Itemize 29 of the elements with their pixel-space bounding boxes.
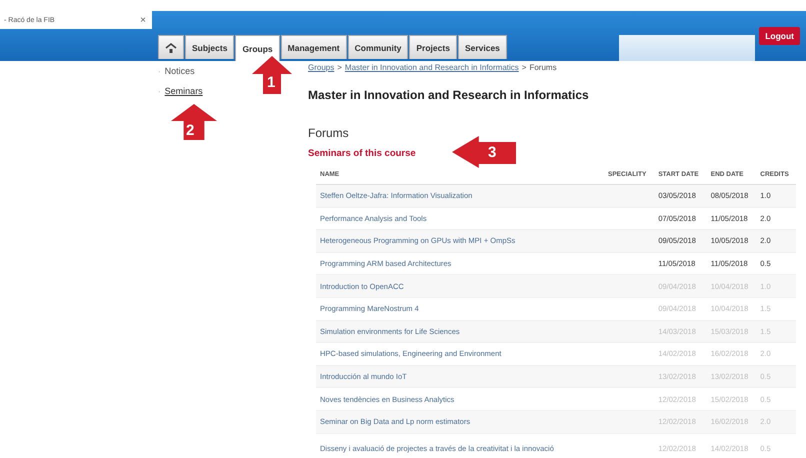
nav-tab[interactable]: Management	[280, 35, 347, 59]
arrow-icon	[452, 136, 516, 168]
step-number: 3	[488, 145, 496, 160]
logout-button[interactable]: Logout	[759, 27, 800, 45]
breadcrumb-separator: >	[337, 63, 342, 72]
section-heading: Forums	[308, 126, 350, 140]
subsection-heading: Seminars of this course	[308, 148, 416, 159]
home-icon	[165, 42, 177, 54]
search-field[interactable]	[619, 35, 756, 61]
nav-tab[interactable]: Groups	[235, 35, 280, 61]
page-title: Master in Innovation and Research in Informatics	[308, 88, 590, 102]
breadcrumb-link[interactable]: Groups	[308, 63, 334, 72]
nav-tab[interactable]: Projects	[409, 35, 457, 59]
breadcrumb-separator: >	[522, 63, 526, 72]
step-number: 2	[186, 123, 194, 138]
sidebar-item[interactable]: Seminars	[164, 86, 203, 96]
nav-tab[interactable]: Services	[458, 35, 507, 59]
step-number: 1	[267, 75, 276, 90]
breadcrumb-current: Forums	[529, 63, 557, 72]
arrow-icon	[171, 104, 217, 140]
nav-tab[interactable]: Subjects	[185, 35, 234, 59]
bullet-icon: ·	[158, 66, 161, 76]
sidebar-item[interactable]: Notices	[164, 66, 195, 76]
breadcrumb-link[interactable]: Master in Innovation and Research in Informatics	[344, 63, 519, 72]
home-tab[interactable]	[158, 35, 184, 59]
bullet-icon: ·	[158, 86, 161, 96]
close-icon[interactable]: ×	[140, 14, 146, 26]
arrow-icon	[252, 56, 292, 94]
nav-tab[interactable]: Community	[348, 35, 408, 59]
